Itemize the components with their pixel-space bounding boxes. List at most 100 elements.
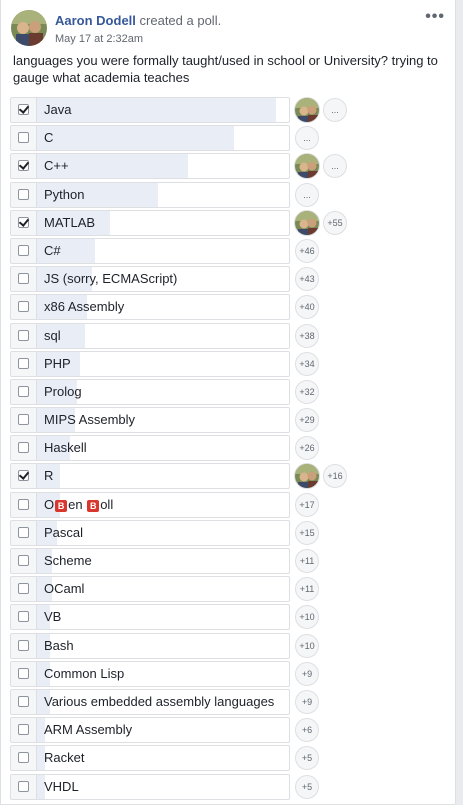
poll-option-voters-badge[interactable]: +15: [295, 520, 319, 545]
poll-option-checkbox[interactable]: [18, 244, 29, 256]
poll-option-checkbox[interactable]: [18, 357, 29, 369]
poll-option-check-cell: [11, 718, 37, 743]
poll-option-checkbox[interactable]: [18, 724, 29, 736]
poll-option-box[interactable]: Various embedded assembly languages: [10, 688, 290, 715]
voter-avatar[interactable]: [294, 209, 320, 236]
poll-option-voters-badge[interactable]: +11: [295, 577, 319, 602]
poll-option-box[interactable]: Racket: [10, 745, 290, 772]
poll-option-box[interactable]: MIPS Assembly: [10, 407, 290, 434]
poll-option-box[interactable]: VHDL: [10, 773, 290, 800]
poll-option-voters-badge[interactable]: +9: [295, 661, 319, 686]
poll-option-box[interactable]: C: [10, 125, 290, 152]
poll-option-checkbox[interactable]: [18, 498, 29, 510]
poll-option-voters-badge[interactable]: +46: [295, 238, 319, 263]
poll-option-box[interactable]: OCaml: [10, 576, 290, 603]
poll-option: Scheme +11: [10, 547, 450, 575]
poll-option-checkbox[interactable]: [18, 414, 29, 426]
poll-option-voters-badge[interactable]: ...: [323, 154, 347, 179]
poll-option-box[interactable]: C++: [10, 153, 290, 180]
poll-option-label: C++: [44, 158, 69, 174]
voter-avatar[interactable]: [294, 153, 320, 180]
post-timestamp[interactable]: May 17 at 2:32am: [55, 32, 143, 46]
poll-option-checkbox[interactable]: [18, 526, 29, 538]
voter-photo-icon: [295, 98, 319, 122]
poll-option-checkbox[interactable]: [18, 301, 29, 313]
voter-avatar[interactable]: [294, 97, 320, 123]
poll-option-label: Haskell: [44, 440, 87, 456]
poll-option-box[interactable]: Common Lisp: [10, 660, 290, 687]
poll-option-voters-badge[interactable]: +40: [295, 295, 319, 320]
poll-option: VHDL +5: [10, 773, 450, 801]
poll-option-checkbox[interactable]: [18, 470, 29, 482]
poll-option-box[interactable]: Java: [10, 97, 290, 123]
poll-option-checkbox[interactable]: [18, 695, 29, 707]
poll-option-box[interactable]: VB: [10, 604, 290, 631]
poll-option-check-cell: [11, 126, 37, 151]
poll-option-box[interactable]: PHP: [10, 350, 290, 377]
poll-option-voters-badge[interactable]: ...: [323, 98, 347, 122]
poll-option-box[interactable]: Scheme: [10, 548, 290, 574]
poll-option-box[interactable]: C#: [10, 237, 290, 264]
author-avatar[interactable]: [11, 10, 47, 46]
poll-option-check-cell: [11, 267, 37, 292]
poll-option-box[interactable]: x86 Assembly: [10, 294, 290, 321]
poll-option-check-cell: [11, 464, 37, 489]
author-name-link[interactable]: Aaron Dodell: [55, 13, 136, 28]
poll-option-checkbox[interactable]: [18, 780, 29, 792]
poll-option-checkbox[interactable]: [18, 132, 29, 144]
poll-option-checkbox[interactable]: [18, 583, 29, 595]
poll-option-voters-badge[interactable]: +6: [295, 718, 319, 743]
poll-option-checkbox[interactable]: [18, 752, 29, 764]
poll-option-voters-badge[interactable]: +43: [295, 267, 319, 292]
poll-option-checkbox[interactable]: [18, 188, 29, 200]
poll-option-voters-badge[interactable]: +11: [295, 549, 319, 573]
poll-option-voters-badge[interactable]: +26: [295, 436, 319, 461]
poll-option-checkbox[interactable]: [18, 104, 29, 115]
poll-option-checkbox[interactable]: [18, 442, 29, 454]
poll-option-box[interactable]: MATLAB: [10, 209, 290, 236]
poll-option-checkbox[interactable]: [18, 160, 29, 172]
poll-option-voters-badge[interactable]: +10: [295, 633, 319, 658]
poll-option-checkbox[interactable]: [18, 385, 29, 397]
poll-option-checkbox[interactable]: [18, 273, 29, 285]
poll-option-voters-badge[interactable]: +38: [295, 323, 319, 348]
poll-option-voters-badge[interactable]: ...: [295, 182, 319, 207]
poll-option-checkbox[interactable]: [18, 555, 29, 566]
poll-option-voters-badge[interactable]: +10: [295, 605, 319, 630]
poll-option-box[interactable]: JS (sorry, ECMAScript): [10, 266, 290, 293]
more-options-button[interactable]: •••: [425, 9, 445, 25]
poll-option-voters-badge[interactable]: +32: [295, 379, 319, 404]
poll-option-checkbox[interactable]: [18, 611, 29, 623]
poll-option: Python...: [10, 181, 450, 209]
poll-option-label: Java: [44, 102, 72, 117]
poll-option-box[interactable]: Haskell: [10, 435, 290, 462]
voter-avatar[interactable]: [294, 463, 320, 490]
poll-option-checkbox[interactable]: [18, 216, 29, 228]
poll-option-box[interactable]: sql: [10, 322, 290, 349]
poll-option: C# +46: [10, 237, 450, 265]
poll-option-box[interactable]: Python: [10, 181, 290, 208]
poll-option-voters-badge[interactable]: ...: [295, 126, 319, 151]
poll-option-checkbox[interactable]: [18, 639, 29, 651]
poll-option: Prolog +32: [10, 378, 450, 406]
poll-option-box[interactable]: R: [10, 463, 290, 490]
voter-photo-icon: [295, 154, 319, 179]
poll-option-box[interactable]: ARM Assembly: [10, 717, 290, 744]
poll-option-voters-badge[interactable]: +34: [295, 351, 319, 376]
poll-option-box[interactable]: O Ben Boll: [10, 491, 290, 518]
poll-option-box[interactable]: Bash: [10, 632, 290, 659]
poll-option-check-cell: [11, 633, 37, 658]
poll-option-label: VB: [44, 609, 62, 625]
poll-option-checkbox[interactable]: [18, 667, 29, 679]
poll-option-checkbox[interactable]: [18, 329, 29, 341]
poll-option-voters-badge[interactable]: +5: [295, 774, 319, 799]
poll-option-voters-badge[interactable]: +55: [323, 210, 347, 235]
poll-option-voters-badge[interactable]: +29: [295, 408, 319, 433]
poll-option-voters-badge[interactable]: +9: [295, 689, 319, 714]
poll-option-box[interactable]: Pascal: [10, 519, 290, 546]
poll-option: R +16: [10, 462, 450, 490]
poll-option-voters-badge[interactable]: +5: [295, 746, 319, 771]
poll-option-voters-badge[interactable]: +17: [295, 492, 319, 517]
poll-option-voters-badge[interactable]: +16: [323, 464, 347, 489]
poll-option-box[interactable]: Prolog: [10, 378, 290, 405]
